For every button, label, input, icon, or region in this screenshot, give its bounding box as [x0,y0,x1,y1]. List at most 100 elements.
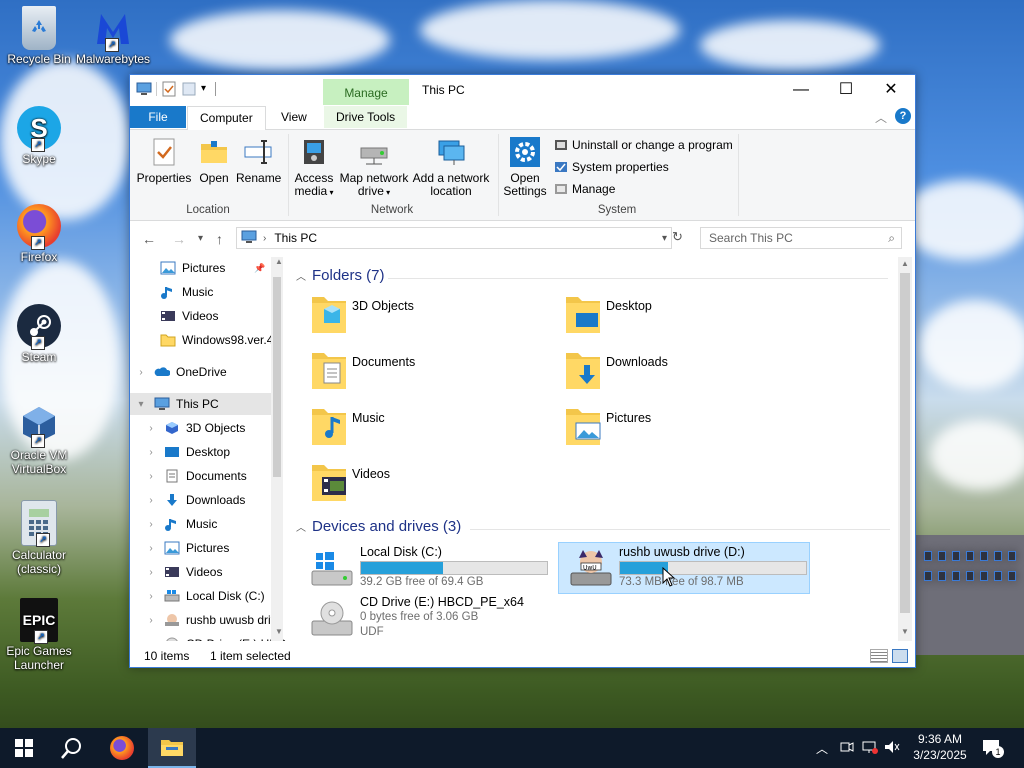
nav-item-videos[interactable]: Videos [130,305,286,327]
manage-contextual-tab[interactable]: Manage [323,79,409,105]
customize-qat-icon[interactable]: ▾ [201,81,211,97]
expand-chevron-icon[interactable]: › [146,519,156,530]
expand-chevron-icon[interactable]: › [136,367,146,378]
expand-chevron-icon[interactable]: › [146,495,156,506]
clock[interactable]: 9:36 AM 3/23/2025 [908,731,972,763]
nav-item-videos[interactable]: › Videos [130,561,286,583]
file-explorer-taskbar-button[interactable] [148,728,196,768]
desktop-icon-calculator[interactable]: ↗ Calculator (classic) [2,500,76,576]
nav-item-local-disk-c[interactable]: › Local Disk (C:) [130,585,286,607]
3d-icon [164,421,180,435]
show-hidden-icons-chevron[interactable]: ︿ [816,740,828,757]
uninstall-program-button[interactable]: Uninstall or change a program [554,138,733,152]
nav-item-downloads[interactable]: › Downloads [130,489,286,511]
drive-local-disk-c[interactable]: Local Disk (C:) 39.2 GB free of 69.4 GB [300,543,550,593]
devices-section-header[interactable]: ︿ Devices and drives (3) [296,518,461,535]
desktop-icon-firefox[interactable]: ↗ Firefox [2,204,76,264]
expand-chevron-icon[interactable]: › [146,567,156,578]
tab-computer[interactable]: Computer [187,106,266,130]
drive-cd-e[interactable]: CD Drive (E:) HBCD_PE_x64 0 bytes free o… [300,593,550,643]
drive-rushb-uwusb-d[interactable]: UwU rushb uwusb drive (D:) 73.3 MB free … [558,542,810,594]
expand-chevron-icon[interactable]: › [146,615,156,626]
large-icons-view-icon[interactable] [892,649,908,663]
firefox-taskbar-button[interactable] [98,728,146,768]
rename-button[interactable]: Rename [236,136,281,185]
close-button[interactable]: ✕ [868,75,914,105]
expand-chevron-icon[interactable]: › [146,447,156,458]
expand-chevron-icon[interactable]: › [146,591,156,602]
search-box[interactable]: Search This PC ⌕ [700,227,902,249]
expand-chevron-icon[interactable]: › [146,639,156,642]
nav-item-cd-drive-e-hbcd-pe-x64[interactable]: ›CD Drive (E:) HBCD_PE_x64 [130,633,286,641]
folder-documents[interactable]: Documents [290,347,530,399]
tab-drive-tools[interactable]: Drive Tools [324,106,408,128]
expanded-chevron-icon[interactable]: ▾ [136,399,146,410]
minimize-button[interactable]: — [778,75,824,105]
back-arrow-icon[interactable]: ← [142,231,156,247]
nav-item-music[interactable]: Music [130,281,286,303]
cd-drive-icon [310,599,354,639]
network-status-icon[interactable] [862,740,878,757]
address-dropdown-icon[interactable]: ▾ [662,233,667,244]
collapse-ribbon-icon[interactable]: ︿ [875,109,887,126]
refresh-icon[interactable]: ↻ [672,229,683,245]
desktop-icon-malwarebytes[interactable]: ↗ Malwarebytes [76,6,150,66]
nav-item-3d-objects[interactable]: › 3D Objects [130,417,286,439]
folder-desktop[interactable]: Desktop [544,291,784,343]
map-network-drive-button[interactable]: Map network drive ▾ [338,136,410,199]
expand-chevron-icon[interactable]: › [146,471,156,482]
properties-qat-icon[interactable] [161,81,177,97]
nav-item-this-pc[interactable]: ▾ This PC [130,393,276,415]
content-scrollbar[interactable]: ▲ ▼ [898,257,912,641]
expand-chevron-icon[interactable]: › [146,543,156,554]
nav-item-music[interactable]: › Music [130,513,286,535]
desktop-icon-steam[interactable]: ↗ Steam [2,304,76,364]
forward-arrow-icon[interactable]: → [172,231,186,247]
nav-item-windows98-ver-4[interactable]: Windows98.ver.4 [130,329,286,351]
videos-icon [160,309,176,323]
meet-now-icon[interactable] [840,740,854,757]
nav-item-pictures[interactable]: Pictures 📌 [130,257,286,279]
search-input[interactable]: Search This PC [709,231,793,245]
desktop-folder-icon [564,291,602,335]
system-properties-button[interactable]: System properties [554,160,669,174]
folder-3d-objects[interactable]: 3D Objects [290,291,530,343]
folder-pictures[interactable]: Pictures [544,403,784,455]
manage-button[interactable]: Manage [554,182,615,196]
desktop-icon-epic-games[interactable]: EPIC ↗ Epic Games Launcher [2,598,76,672]
details-view-icon[interactable] [870,649,888,663]
nav-item-documents[interactable]: › Documents [130,465,286,487]
tab-view[interactable]: View [269,106,319,128]
action-center-button[interactable]: 1 [982,738,1004,761]
nav-item-desktop[interactable]: › Desktop [130,441,286,463]
add-network-location-button[interactable]: Add a network location [412,136,490,198]
help-icon[interactable]: ? [895,108,911,124]
nav-item-pictures[interactable]: › Pictures [130,537,286,559]
folders-section-header[interactable]: ︿ Folders (7) [296,267,385,284]
start-button[interactable] [0,728,48,768]
volume-muted-icon[interactable] [884,740,900,757]
section-divider [388,278,888,279]
nav-pane-scrollbar[interactable]: ▲ ▼ [271,257,283,641]
open-settings-button[interactable]: Open Settings [502,136,548,198]
maximize-button[interactable]: ☐ [823,75,869,105]
expand-chevron-icon[interactable]: › [146,423,156,434]
nav-item-onedrive[interactable]: › OneDrive [130,361,276,383]
folder-music[interactable]: Music [290,403,530,455]
tab-file[interactable]: File [130,106,186,128]
recent-locations-icon[interactable]: ▾ [198,233,203,244]
folder-downloads[interactable]: Downloads [544,347,784,399]
new-folder-qat-icon[interactable] [181,81,197,97]
desktop-icon-recycle-bin[interactable]: Recycle Bin [2,6,76,66]
desktop-icon-virtualbox[interactable]: ↗ Oracle VM VirtualBox [2,402,76,476]
nav-item-rushb-uwusb-drive-d[interactable]: ›rushb uwusb drive (D:) [130,609,286,631]
address-bar[interactable]: › This PC ▾ [236,227,672,249]
open-button[interactable]: Open [196,136,232,185]
search-taskbar-button[interactable] [48,728,96,768]
desktop-icon-skype[interactable]: S ↗ Skype [2,106,76,166]
access-media-button[interactable]: Access media ▾ [292,136,336,199]
breadcrumb-this-pc[interactable]: This PC [274,231,317,245]
folder-videos[interactable]: Videos [290,459,530,511]
properties-button[interactable]: Properties [136,136,192,185]
up-arrow-icon[interactable]: ↑ [216,231,223,247]
